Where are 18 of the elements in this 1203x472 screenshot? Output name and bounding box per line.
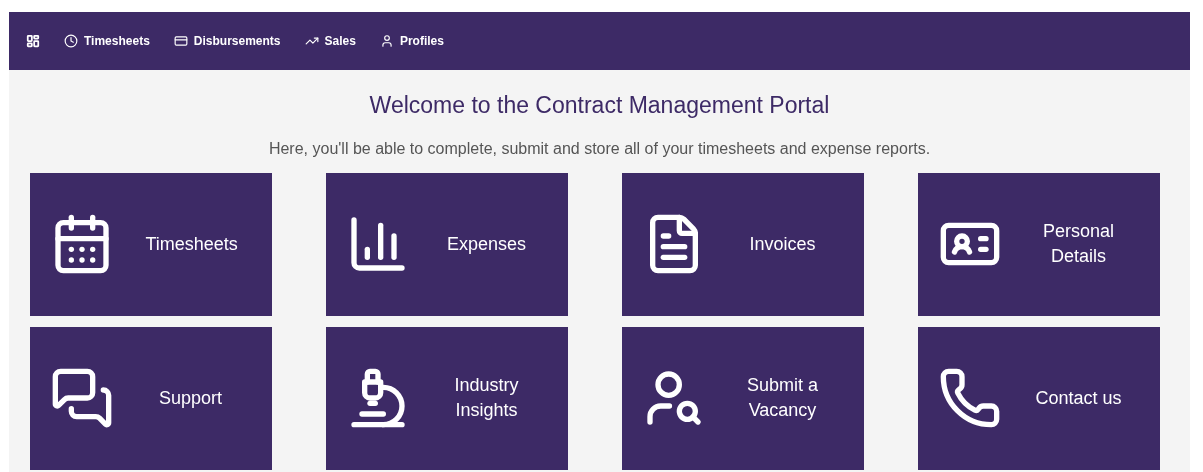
portal-tile[interactable]: Contact us: [917, 326, 1160, 470]
portal-tile[interactable]: Industry Insights: [325, 326, 568, 470]
nav-link[interactable]: Sales: [304, 32, 356, 50]
portal-tile[interactable]: Support: [29, 326, 272, 470]
portal-tile[interactable]: Timesheets: [29, 172, 272, 316]
card-icon: [173, 34, 188, 48]
portal-tile[interactable]: Invoices: [621, 172, 864, 316]
user-icon: [379, 34, 394, 48]
page-title: Welcome to the Contract Management Portal: [369, 91, 830, 120]
portal-tile[interactable]: Personal Details: [917, 172, 1160, 316]
page-subtitle: Here, you'll be able to complete, submit and store all of your timesheets and expense reports.: [268, 138, 931, 159]
dashboard-icon[interactable]: [26, 34, 40, 48]
portal-tile[interactable]: Submit a Vacancy: [621, 326, 864, 470]
nav-link[interactable]: Disbursements: [173, 32, 281, 50]
portal-tile[interactable]: Expenses: [325, 172, 568, 316]
nav-link[interactable]: Timesheets: [64, 32, 150, 50]
clock-icon: [64, 34, 78, 48]
nav-link[interactable]: Profiles: [379, 32, 444, 50]
